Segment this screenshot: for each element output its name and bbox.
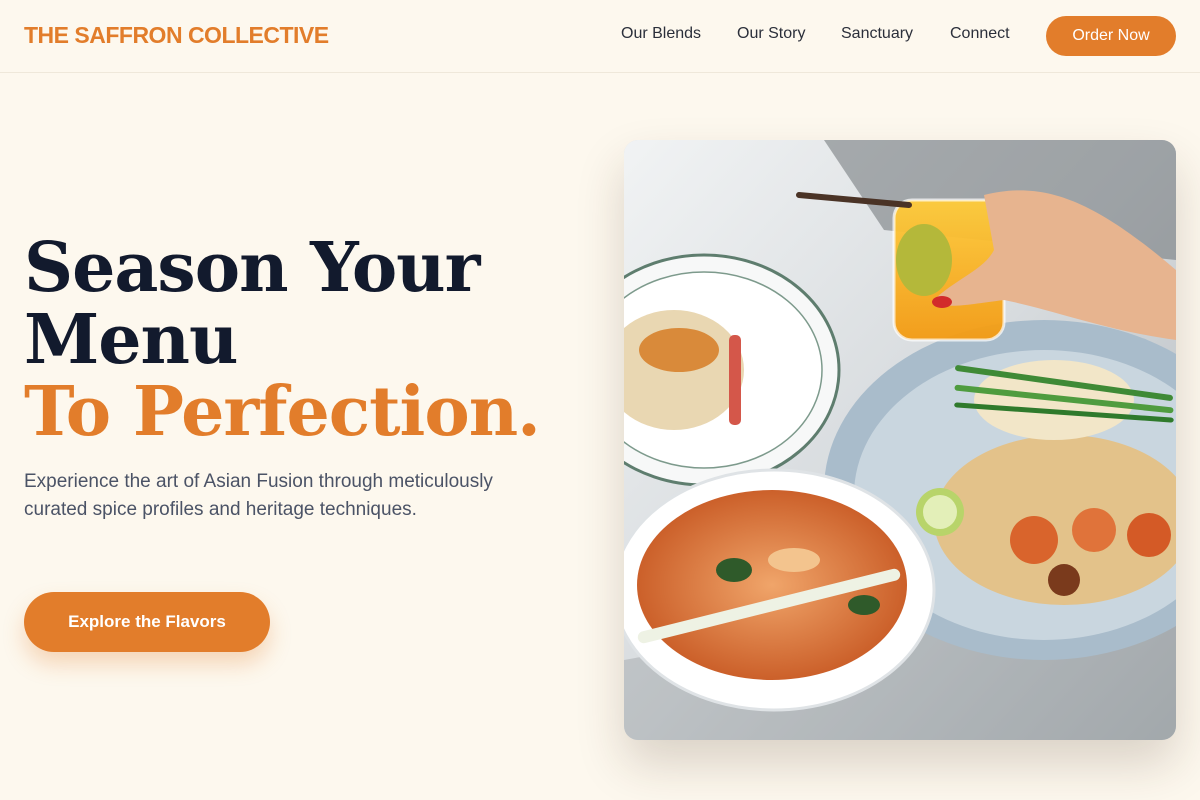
site-header: THE SAFFRON COLLECTIVE Our Blends Our St… — [0, 0, 1200, 73]
hero-headline: Season Your Menu To Perfection. — [24, 232, 584, 448]
food-photo-illustration — [624, 140, 1176, 740]
hero-description: Experience the art of Asian Fusion throu… — [24, 471, 493, 520]
order-now-button[interactable]: Order Now — [1046, 16, 1176, 56]
nav-sanctuary[interactable]: Sanctuary — [841, 25, 913, 43]
nav-our-blends[interactable]: Our Blends — [621, 25, 701, 43]
nav-our-story[interactable]: Our Story — [737, 25, 805, 43]
nav-connect[interactable]: Connect — [950, 25, 1010, 43]
explore-flavors-button[interactable]: Explore the Flavors — [24, 592, 270, 652]
hero-food-image — [624, 140, 1176, 740]
main-nav: Our Blends Our Story Sanctuary Connect — [0, 25, 1200, 49]
headline-line-1: Season Your — [24, 228, 480, 308]
headline-accent: To Perfection. — [24, 372, 541, 452]
headline-line-2: Menu — [24, 300, 238, 380]
